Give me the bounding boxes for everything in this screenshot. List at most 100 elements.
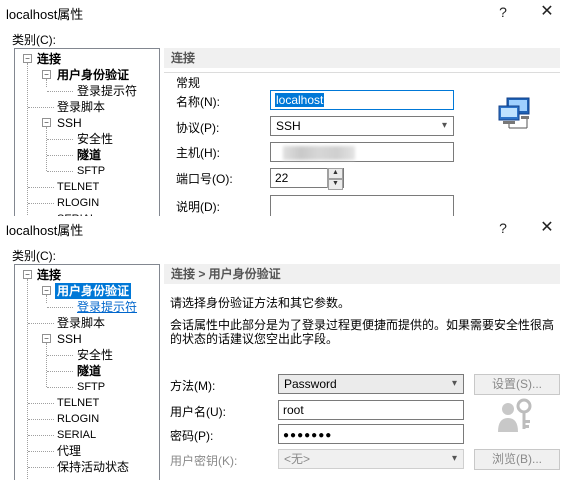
tree-connector xyxy=(28,403,54,404)
properties-dialog-user-auth: localhost属性 ? ✕ 类别(C): − 连接 − 用户身份验证 登录提… xyxy=(0,216,571,480)
tree-item-keepalive[interactable]: 保持活动状态 xyxy=(57,459,129,475)
password-label: 密码(P): xyxy=(170,429,214,443)
protocol-value: SSH xyxy=(276,119,301,133)
window-title: localhost属性 xyxy=(6,7,84,22)
userkey-select[interactable]: <无> ▾ xyxy=(278,449,464,469)
tree-connector xyxy=(47,171,73,172)
category-label: 类别(C): xyxy=(12,249,56,263)
collapse-icon[interactable]: − xyxy=(23,270,32,279)
tree-connector xyxy=(28,187,54,188)
computer-network-icon xyxy=(498,97,530,129)
username-label: 用户名(U): xyxy=(170,405,226,419)
tree-connector xyxy=(28,203,54,204)
tree-connector xyxy=(47,371,73,372)
tree-item-ssh[interactable]: SSH xyxy=(57,331,82,347)
chevron-down-icon: ▾ xyxy=(451,378,457,389)
tree-connector xyxy=(47,91,73,92)
redacted-host xyxy=(283,146,355,160)
tree-item-sftp[interactable]: SFTP xyxy=(77,163,105,179)
name-label: 名称(N): xyxy=(176,95,220,109)
description-label: 说明(D): xyxy=(176,200,220,214)
properties-dialog-connection: localhost属性 ? ✕ 类别(C): − 连接 − 用户身份验证 登录提… xyxy=(0,0,571,216)
category-tree[interactable]: − 连接 − 用户身份验证 登录提示符 登录脚本 − SSH 安全性 隧道 SF… xyxy=(14,48,160,216)
close-icon[interactable]: ✕ xyxy=(530,1,564,23)
tree-connector xyxy=(28,107,54,108)
collapse-icon[interactable]: − xyxy=(42,70,51,79)
close-icon[interactable]: ✕ xyxy=(530,217,564,239)
userkey-label: 用户密钥(K): xyxy=(170,454,238,468)
tree-item-telnet[interactable]: TELNET xyxy=(57,179,99,195)
tree-item-proxy[interactable]: 代理 xyxy=(57,443,81,459)
tree-connector xyxy=(46,79,47,87)
tree-connector xyxy=(47,155,73,156)
setup-button[interactable]: 设置(S)... xyxy=(474,374,560,395)
collapse-icon[interactable]: − xyxy=(42,286,51,295)
help-icon[interactable]: ? xyxy=(486,217,520,239)
method-value: Password xyxy=(284,377,337,391)
tree-item-rlogin[interactable]: RLOGIN xyxy=(57,411,99,427)
window-title: localhost属性 xyxy=(6,223,84,238)
tree-item-ssh[interactable]: SSH xyxy=(57,115,82,131)
hint-text-1: 请选择身份验证方法和其它参数。 xyxy=(170,296,351,310)
userkey-value: <无> xyxy=(284,452,311,466)
tree-item-user-auth[interactable]: 用户身份验证 xyxy=(55,283,132,299)
tree-item-security[interactable]: 安全性 xyxy=(77,131,113,147)
tree-connector xyxy=(27,63,28,216)
tree-connector xyxy=(28,451,54,452)
tree-item-login-script[interactable]: 登录脚本 xyxy=(57,315,105,331)
chevron-down-icon: ▾ xyxy=(451,453,457,464)
collapse-icon[interactable]: − xyxy=(42,118,51,127)
title-bar: localhost属性 ? ✕ xyxy=(0,0,571,24)
tree-connector xyxy=(46,343,47,387)
password-input[interactable]: ●●●●●●● xyxy=(278,424,464,444)
category-tree[interactable]: − 连接 − 用户身份验证 登录提示符 登录脚本 − SSH 安全性 隧道 SF… xyxy=(14,264,160,480)
tree-connector xyxy=(47,355,73,356)
tree-item-telnet[interactable]: TELNET xyxy=(57,395,99,411)
tree-item-login-prompt[interactable]: 登录提示符 xyxy=(77,83,137,99)
spin-down-icon[interactable]: ▼ xyxy=(328,179,343,190)
tree-item-serial[interactable]: SERIAL xyxy=(57,427,96,443)
group-label: 常规 xyxy=(176,76,201,90)
chevron-down-icon: ▾ xyxy=(441,120,447,131)
tree-item-tunnel[interactable]: 隧道 xyxy=(77,363,101,379)
tree-item-login-prompt[interactable]: 登录提示符 xyxy=(77,299,137,315)
collapse-icon[interactable]: − xyxy=(23,54,32,63)
tree-item-rlogin[interactable]: RLOGIN xyxy=(57,195,99,211)
tree-connector xyxy=(27,279,28,480)
collapse-icon[interactable]: − xyxy=(42,334,51,343)
tree-item-user-auth[interactable]: 用户身份验证 xyxy=(57,67,129,83)
divider xyxy=(164,72,560,73)
user-key-icon xyxy=(498,398,532,432)
username-input[interactable]: root xyxy=(278,400,464,420)
tree-connector xyxy=(47,307,73,308)
browse-button[interactable]: 浏览(B)... xyxy=(474,449,560,470)
help-icon[interactable]: ? xyxy=(486,1,520,23)
name-value: localhost xyxy=(275,93,325,107)
tree-item-login-script[interactable]: 登录脚本 xyxy=(57,99,105,115)
tree-item-tunnel[interactable]: 隧道 xyxy=(77,147,101,163)
panel-header: 连接 > 用户身份验证 xyxy=(164,264,560,284)
spin-up-icon[interactable]: ▲ xyxy=(328,168,343,179)
description-input[interactable] xyxy=(270,195,454,216)
name-input[interactable]: localhost xyxy=(270,90,454,110)
password-value: ●●●●●●● xyxy=(283,430,333,441)
tree-connector xyxy=(46,127,47,171)
title-bar: localhost属性 ? ✕ xyxy=(0,216,571,240)
tree-item-sftp[interactable]: SFTP xyxy=(77,379,105,395)
tree-connector xyxy=(28,467,54,468)
method-select[interactable]: Password ▾ xyxy=(278,374,464,394)
port-label: 端口号(O): xyxy=(176,172,233,186)
tree-connector xyxy=(28,323,54,324)
port-spinner[interactable]: ▲ ▼ xyxy=(327,168,343,190)
tree-item-connect[interactable]: 连接 xyxy=(37,267,61,283)
host-label: 主机(H): xyxy=(176,146,220,160)
tree-item-connect[interactable]: 连接 xyxy=(37,51,61,67)
tree-connector xyxy=(46,295,47,303)
protocol-select[interactable]: SSH ▾ xyxy=(270,116,454,136)
port-value: 22 xyxy=(275,171,289,185)
tree-connector xyxy=(47,387,73,388)
tree-item-security[interactable]: 安全性 xyxy=(77,347,113,363)
username-value: root xyxy=(283,403,304,417)
hint-text-3: 的状态的话建议您空出此字段。 xyxy=(170,332,339,346)
panel-header: 连接 xyxy=(164,48,560,68)
